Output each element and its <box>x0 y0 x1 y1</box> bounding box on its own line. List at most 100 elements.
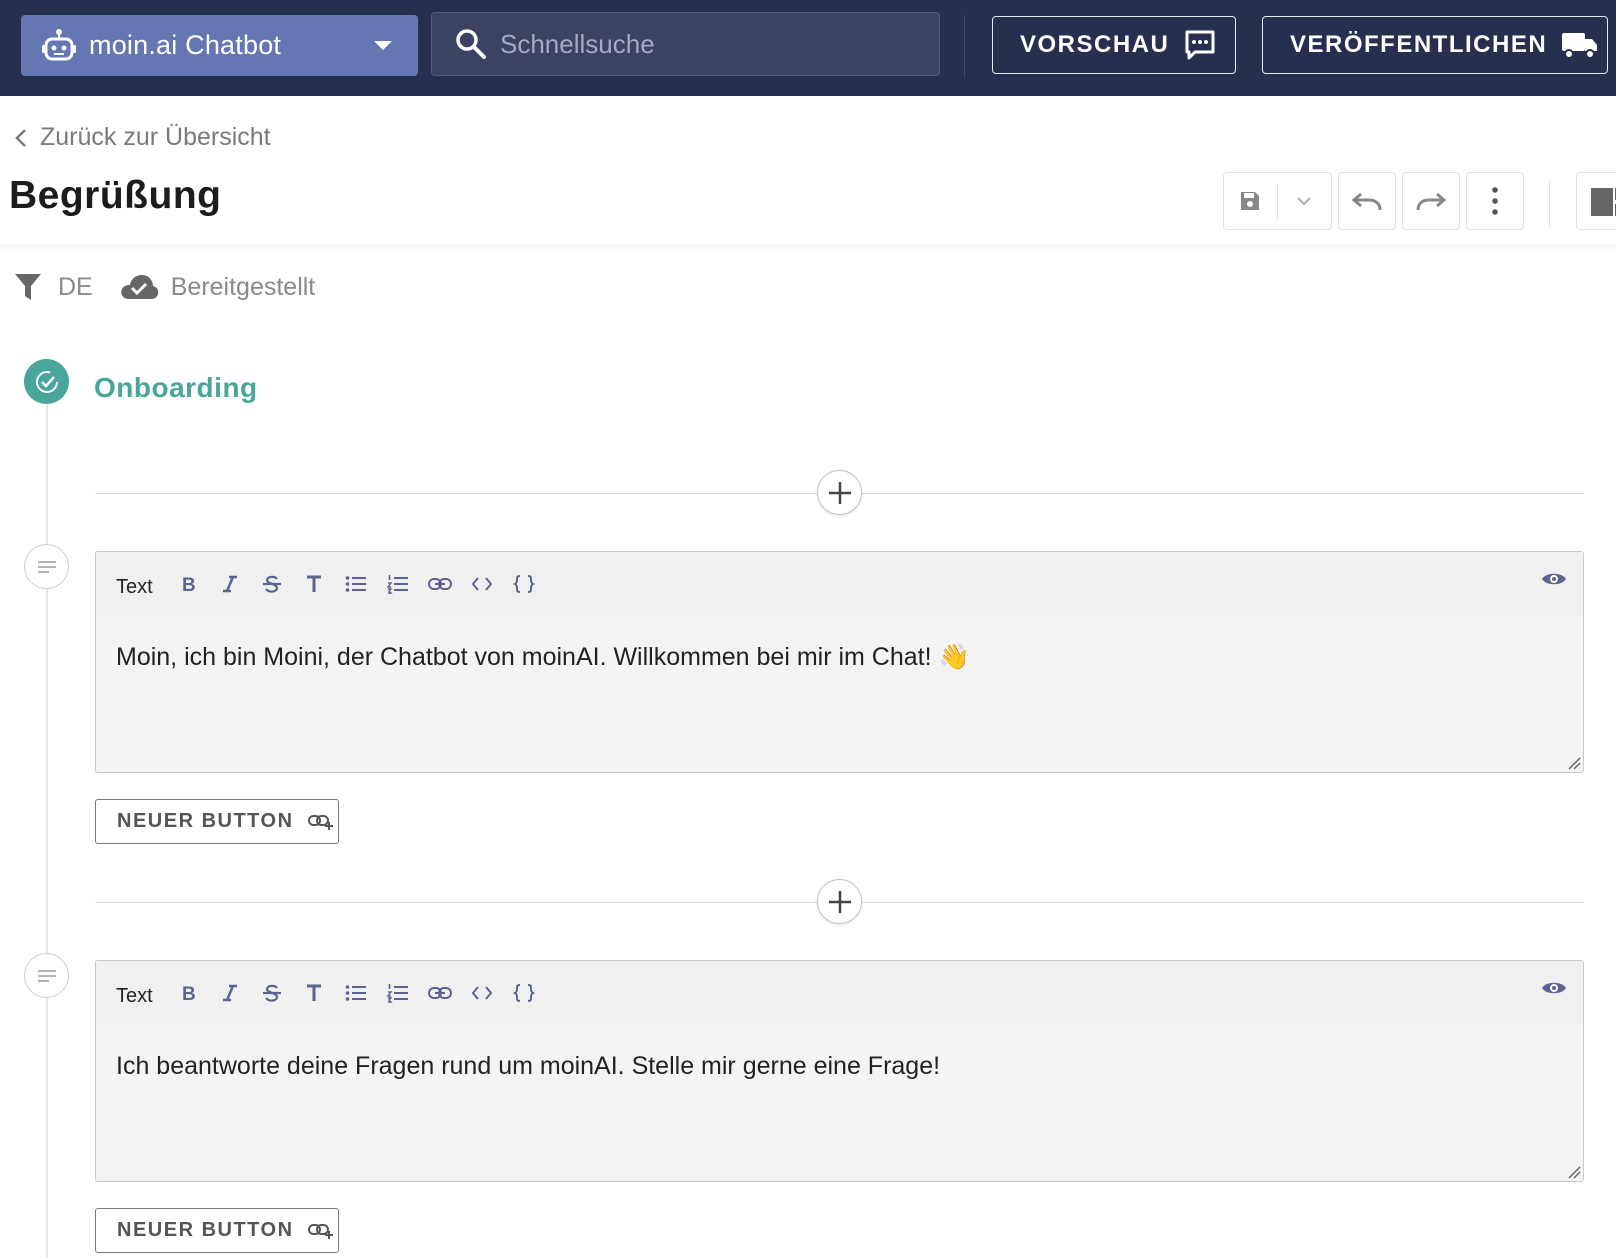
curly-braces-icon <box>512 984 535 1002</box>
preview-toggle[interactable] <box>1541 570 1567 593</box>
editor-toolbar: Text B <box>96 961 1583 1025</box>
strikethrough-button[interactable] <box>251 973 293 1013</box>
search-icon <box>456 29 486 59</box>
svg-text:B: B <box>182 575 196 594</box>
plus-icon <box>828 481 851 504</box>
italic-icon <box>222 984 237 1002</box>
editor-content[interactable]: Moin, ich bin Moini, der Chatbot von moi… <box>116 638 1563 676</box>
bold-icon: B <box>182 575 196 594</box>
preview-label: VORSCHAU <box>1020 31 1170 58</box>
text-size-button[interactable] <box>293 973 335 1013</box>
save-options-button[interactable] <box>1278 173 1332 229</box>
text-size-button[interactable] <box>293 564 335 604</box>
redo-icon <box>1416 192 1447 211</box>
block-type-label: Text <box>116 984 153 1007</box>
top-bar: moin.ai Chatbot Schnellsuche VORSCHAU VE… <box>0 0 1616 96</box>
filter-icon <box>15 274 41 300</box>
more-vertical-icon <box>1492 187 1498 215</box>
back-link[interactable]: Zurück zur Übersicht <box>14 123 271 152</box>
bullet-list-icon <box>345 985 366 1001</box>
numbered-list-button[interactable] <box>377 973 419 1013</box>
redo-button[interactable] <box>1402 172 1460 230</box>
bot-name: moin.ai Chatbot <box>89 30 282 60</box>
italic-button[interactable] <box>209 973 251 1013</box>
link-icon <box>427 987 452 999</box>
cloud-check-icon <box>120 275 158 299</box>
bullet-list-button[interactable] <box>335 564 377 604</box>
editor-content[interactable]: Ich beantworte deine Fragen rund um moin… <box>116 1047 1563 1085</box>
panel-toggle-button[interactable] <box>1576 172 1616 230</box>
numbered-list-icon <box>386 575 408 594</box>
text-size-icon <box>306 984 321 1001</box>
numbered-list-button[interactable] <box>377 564 419 604</box>
save-button[interactable] <box>1224 183 1278 219</box>
link-plus-icon <box>307 1223 333 1239</box>
text-editor[interactable]: Text B Moin, ich bin Moini, der Chatbot … <box>95 551 1584 773</box>
svg-text:B: B <box>182 984 196 1003</box>
divider <box>964 15 965 77</box>
language-label: DE <box>58 272 93 301</box>
text-editor[interactable]: Text B Ich beantworte deine Fragen rund … <box>95 960 1584 1182</box>
robot-icon <box>42 28 76 60</box>
bold-button[interactable]: B <box>167 973 209 1013</box>
new-button-label: NEUER BUTTON <box>117 810 294 832</box>
italic-button[interactable] <box>209 564 251 604</box>
new-button-button[interactable]: NEUER BUTTON <box>95 1208 339 1253</box>
text-size-icon <box>306 575 321 592</box>
strikethrough-button[interactable] <box>251 564 293 604</box>
bot-selector[interactable]: moin.ai Chatbot <box>21 15 418 76</box>
add-block-button[interactable] <box>817 879 862 924</box>
variable-button[interactable] <box>503 973 545 1013</box>
code-icon <box>471 986 492 1000</box>
preview-button[interactable]: VORSCHAU <box>992 16 1236 74</box>
bullet-list-icon <box>345 576 366 592</box>
publish-label: VERÖFFENTLICHEN <box>1290 31 1548 58</box>
eye-icon <box>1542 573 1566 585</box>
eye-icon <box>1542 982 1566 994</box>
italic-icon <box>222 575 237 593</box>
numbered-list-icon <box>386 984 408 1003</box>
resize-handle-icon[interactable] <box>1567 1165 1581 1179</box>
undo-icon <box>1351 192 1382 211</box>
publish-button[interactable]: VERÖFFENTLICHEN <box>1262 16 1608 74</box>
new-button-button[interactable]: NEUER BUTTON <box>95 799 339 844</box>
chevron-down-icon <box>1297 197 1311 206</box>
search-placeholder: Schnellsuche <box>500 28 655 59</box>
preview-toggle[interactable] <box>1541 979 1567 1002</box>
page-header: Zurück zur Übersicht Begrüßung <box>0 96 1616 244</box>
curly-braces-icon <box>512 575 535 593</box>
section-title: Onboarding <box>94 372 258 403</box>
strikethrough-icon <box>262 984 281 1002</box>
text-lines-icon <box>24 544 69 589</box>
code-button[interactable] <box>461 564 503 604</box>
bold-button[interactable]: B <box>167 564 209 604</box>
truck-icon <box>1562 33 1598 59</box>
bullet-list-button[interactable] <box>335 973 377 1013</box>
save-icon <box>1241 192 1260 210</box>
status-label: Bereitgestellt <box>170 272 316 301</box>
block-type-label: Text <box>116 575 153 598</box>
editor-toolbar: Text B <box>96 552 1583 616</box>
panel-icon <box>1591 188 1616 216</box>
link-button[interactable] <box>419 564 461 604</box>
new-button-label: NEUER BUTTON <box>117 1219 294 1241</box>
resize-handle-icon[interactable] <box>1567 756 1581 770</box>
page-title: Begrüßung <box>9 174 222 217</box>
code-button[interactable] <box>461 973 503 1013</box>
strikethrough-icon <box>262 575 281 593</box>
toolbar-divider <box>1549 182 1550 226</box>
undo-button[interactable] <box>1338 172 1396 230</box>
link-button[interactable] <box>419 973 461 1013</box>
variable-button[interactable] <box>503 564 545 604</box>
bold-icon: B <box>182 984 196 1003</box>
save-group <box>1223 172 1332 230</box>
link-icon <box>427 578 452 590</box>
text-lines-icon <box>24 953 69 998</box>
meta-row: DE Bereitgestellt <box>14 272 315 302</box>
check-circle-icon <box>24 359 69 404</box>
more-options-button[interactable] <box>1466 172 1524 230</box>
quick-search-input[interactable]: Schnellsuche <box>431 12 940 76</box>
add-block-button[interactable] <box>817 470 862 515</box>
caret-down-icon <box>374 41 392 50</box>
timeline-line <box>46 400 48 1258</box>
